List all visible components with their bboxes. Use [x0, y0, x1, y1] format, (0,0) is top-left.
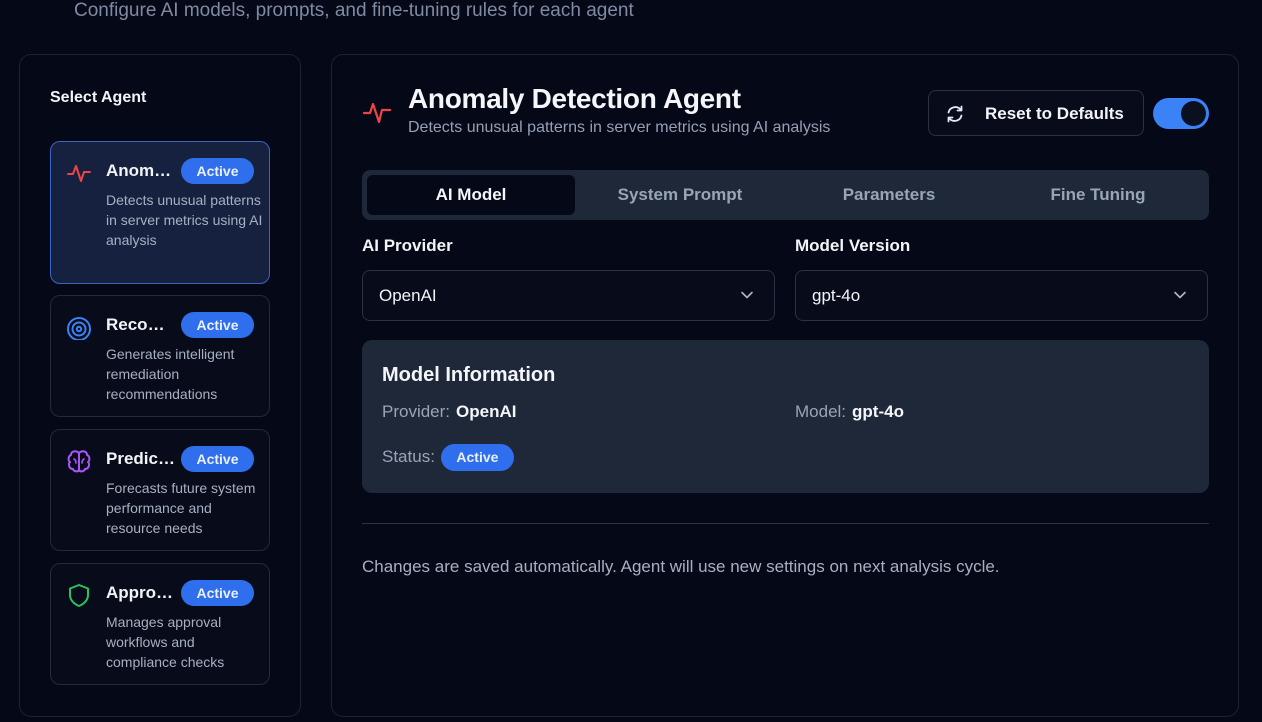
tab-system-prompt[interactable]: System Prompt [576, 175, 784, 215]
reset-label: Reset to Defaults [985, 104, 1124, 123]
target-icon [67, 317, 91, 340]
select-value: OpenAI [379, 286, 437, 305]
agent-description: Detects unusual patterns in server metri… [408, 119, 831, 136]
status-badge: Active [181, 580, 254, 606]
agent-name: Prediction Agent [106, 449, 176, 468]
select-value: gpt-4o [812, 286, 861, 305]
shield-icon [69, 584, 89, 607]
refresh-icon [947, 105, 963, 123]
info-key: Provider: [382, 402, 451, 421]
info-provider-row: Provider: OpenAI [382, 402, 516, 422]
page-header: Configure AI models, prompts, and fine-t… [0, 0, 1262, 30]
info-title: Model Information [382, 364, 556, 386]
agent-name: Anomaly Detection Agent [106, 161, 176, 180]
ai-provider-select[interactable]: OpenAI [362, 270, 775, 321]
agent-card-approval[interactable]: Approval Agent Active Manages approval w… [50, 563, 270, 685]
toggle-knob [1181, 101, 1206, 126]
autosave-note: Changes are saved automatically. Agent w… [362, 557, 1000, 576]
chevron-down-icon [741, 291, 753, 299]
page-title: Anomaly Detection Agent [408, 83, 741, 114]
agent-card-prediction[interactable]: Prediction Agent Active Forecasts future… [50, 429, 270, 551]
provider-label: AI Provider [362, 236, 453, 255]
model-information-card: Model Information Provider: OpenAI Model:… [362, 340, 1209, 493]
info-key: Status: [382, 446, 435, 466]
info-status-row: Status: Active [382, 444, 514, 471]
model-version-select[interactable]: gpt-4o [795, 270, 1208, 321]
page-subtitle: Configure AI models, prompts, and fine-t… [74, 0, 634, 21]
info-model-row: Model: gpt-4o [795, 402, 904, 422]
status-badge: Active [181, 446, 254, 472]
brain-icon [67, 450, 91, 473]
agent-card-anomaly-detection[interactable]: Anomaly Detection Agent Active Detects u… [50, 141, 270, 284]
sidebar-title: Select Agent [50, 89, 147, 106]
agent-enabled-toggle[interactable] [1153, 98, 1209, 129]
agent-description: Detects unusual patterns in server metri… [106, 192, 263, 248]
tab-fine-tuning[interactable]: Fine Tuning [994, 175, 1202, 215]
settings-icon [28, 0, 50, 4]
status-badge: Active [181, 158, 254, 184]
agent-name: Recommendation Agent [106, 315, 176, 334]
agent-card-recommendation[interactable]: Recommendation Agent Active Generates in… [50, 295, 270, 417]
agent-description: Forecasts future system performance and … [106, 480, 256, 536]
agent-description: Manages approval workflows and complianc… [106, 614, 225, 670]
tab-ai-model[interactable]: AI Model [367, 175, 575, 215]
info-value: gpt-4o [852, 402, 904, 421]
config-tabs: AI Model System Prompt Parameters Fine T… [362, 170, 1209, 220]
agent-config-panel: Anomaly Detection Agent Detects unusual … [331, 54, 1239, 717]
tab-parameters[interactable]: Parameters [785, 175, 993, 215]
chevron-down-icon [1174, 291, 1186, 299]
info-value: OpenAI [456, 402, 517, 421]
status-badge: Active [181, 312, 254, 338]
info-key: Model: [795, 402, 847, 421]
agent-sidebar: Select Agent Anomaly Detection Agent Act… [19, 54, 301, 717]
activity-pulse-icon [67, 165, 91, 182]
divider [362, 523, 1209, 524]
agent-description: Generates intelligent remediation recomm… [106, 346, 235, 402]
reset-to-defaults-button[interactable]: Reset to Defaults [928, 90, 1144, 136]
model-version-label: Model Version [795, 236, 911, 255]
agent-name: Approval Agent [106, 583, 176, 602]
status-badge: Active [440, 444, 514, 471]
activity-pulse-icon [362, 102, 392, 124]
